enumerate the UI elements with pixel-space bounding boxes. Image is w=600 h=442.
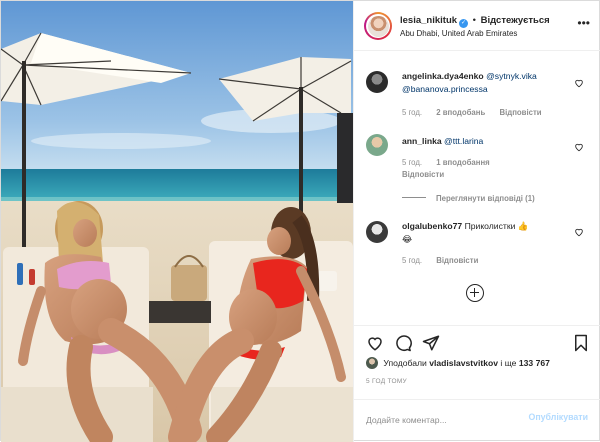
publish-comment-button[interactable]: Опублікувати [529,412,589,422]
comment-meta: 5 год. 2 вподобань Відповісти [402,107,572,119]
more-options-icon[interactable]: ••• [577,17,590,29]
replies-divider-line [402,197,426,198]
comment-likes[interactable]: 2 вподобань [436,108,485,117]
save-bookmark-icon[interactable] [572,334,590,352]
add-comment-input[interactable] [366,412,516,428]
author-avatar[interactable] [364,12,392,40]
author-username[interactable]: lesia_nikituk [400,15,457,26]
view-replies-label: Переглянути відповіді (1) [436,194,535,203]
add-comment-bar: Опублікувати [354,399,600,442]
instagram-post-view: lesia_nikituk ✓ • Відстежується Abu Dhabi… [0,0,600,442]
following-button[interactable]: Відстежується [481,15,550,26]
likes-middle: і ще [500,358,517,368]
like-heart-icon[interactable] [366,334,384,352]
mention-link[interactable]: @ttt.larina [444,136,483,146]
comment-meta: 5 год. Відповісти [402,255,572,267]
separator-dot: • [472,15,476,26]
comment-likes[interactable]: 1 вподобання [436,158,490,167]
commenter-avatar[interactable] [366,221,388,243]
comment-time[interactable]: 5 год. [402,158,422,167]
laughing-emoji-icon: 😂 [402,233,413,244]
mention-link[interactable]: @sytnyk.vika [486,71,537,81]
liker-username[interactable]: vladislavstvitkov [429,358,498,368]
reply-button[interactable]: Відповісти [436,256,478,265]
comment-meta: 5 год. 1 вподобання Відповісти [402,157,572,181]
comment-time[interactable]: 5 год. [402,108,422,117]
commenter-username[interactable]: angelinka.dya4enko [402,71,484,81]
comment-text: olgalubenko77 Приколистки 👍 😂 [402,220,567,245]
like-comment-heart-icon[interactable] [574,142,584,152]
verified-badge-icon: ✓ [459,19,469,28]
load-more-comments-icon[interactable] [466,284,484,302]
like-comment-heart-icon[interactable] [574,78,584,88]
share-paper-plane-icon[interactable] [422,334,440,352]
post-location[interactable]: Abu Dhabi, United Arab Emirates [400,29,517,38]
like-comment-heart-icon[interactable] [574,227,584,237]
comment-text: angelinka.dya4enko @sytnyk.vika @bananov… [402,70,567,95]
mention-link[interactable]: @bananova.princessa [402,84,488,94]
comment-text: ann_linka @ttt.larina [402,135,567,148]
view-replies-link[interactable]: Переглянути відповіді (1) [402,194,535,203]
likes-count[interactable]: 133 767 [519,358,550,368]
author-line: lesia_nikituk ✓ • Відстежується [400,15,550,28]
likes-prefix: Уподобали [383,358,427,368]
liker-avatar [366,357,378,369]
reply-button[interactable]: Відповісти [499,108,541,117]
beach-photo-image [1,1,353,442]
comment-body: Приколистки [464,221,516,231]
commenter-avatar[interactable] [366,71,388,93]
post-photo[interactable] [1,1,353,442]
reply-button[interactable]: Відповісти [402,170,444,179]
post-timestamp[interactable]: 5 ГОД ТОМУ [366,378,407,385]
likes-summary[interactable]: Уподобали vladislavstvitkov і ще 133 767 [366,357,596,371]
comments-list[interactable]: angelinka.dya4enko @sytnyk.vika @bananov… [354,52,600,320]
post-action-bar [354,325,600,357]
commenter-username[interactable]: ann_linka [402,136,442,146]
commenter-username[interactable]: olgalubenko77 [402,221,462,231]
commenter-avatar[interactable] [366,134,388,156]
thumbs-up-emoji-icon: 👍 [517,221,529,231]
comment-bubble-icon[interactable] [394,334,412,352]
post-side-panel: lesia_nikituk ✓ • Відстежується Abu Dhabi… [353,1,600,442]
post-header: lesia_nikituk ✓ • Відстежується Abu Dhabi… [354,1,600,51]
comment-time[interactable]: 5 год. [402,256,422,265]
